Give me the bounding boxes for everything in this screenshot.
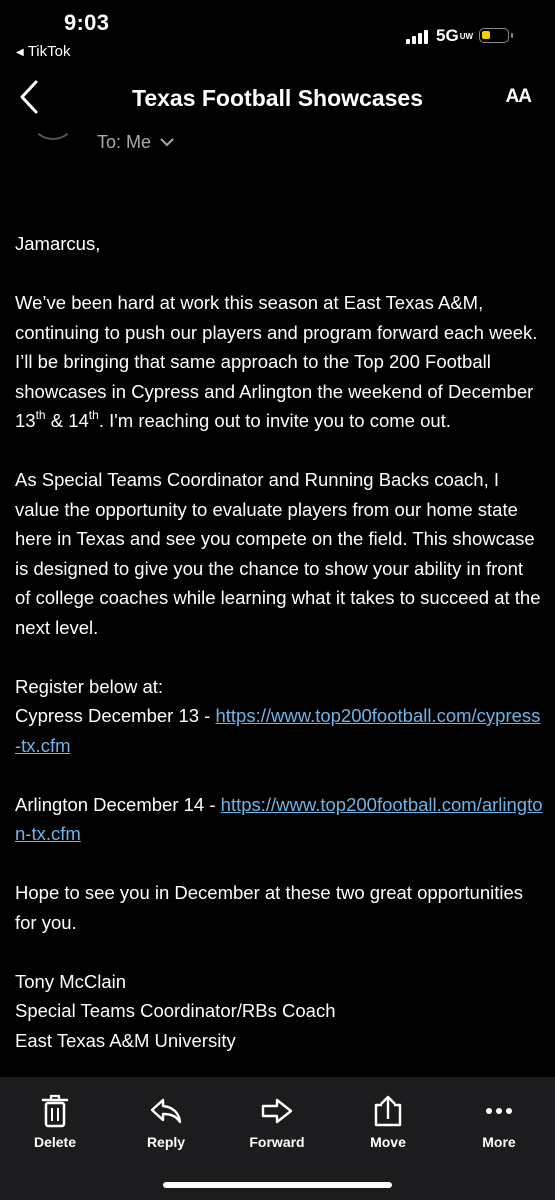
signature-org: East Texas A&M University <box>15 1029 236 1051</box>
back-triangle-icon: ◀ <box>16 47 24 58</box>
delete-button[interactable]: Delete <box>10 1091 100 1150</box>
network-sub-label: UW <box>459 32 474 41</box>
back-to-app-link[interactable]: ◀ TikTok <box>16 43 70 60</box>
more-dots-icon <box>486 1108 512 1114</box>
cellular-signal-icon <box>406 30 428 44</box>
reply-icon <box>150 1098 182 1124</box>
cypress-label: Cypress December 13 - <box>15 705 216 726</box>
email-body: Jamarcus, We’ve been hard at work this s… <box>15 229 543 1055</box>
email-header: Texas Football Showcases AA <box>0 66 555 128</box>
arlington-label: Arlington December 14 - <box>15 793 221 815</box>
recipient-label: To: Me <box>97 132 152 152</box>
register-intro: Register below at: <box>15 675 164 697</box>
recipient-toggle[interactable]: To: Me <box>97 132 174 153</box>
status-bar: 9:03 ◀ TikTok 5GUW <box>0 0 555 64</box>
signature-name: Tony McClain <box>15 970 127 992</box>
forward-button[interactable]: Forward <box>232 1091 322 1150</box>
sender-avatar <box>32 104 74 140</box>
reply-button[interactable]: Reply <box>121 1091 211 1150</box>
move-button[interactable]: Move <box>343 1091 433 1150</box>
greeting: Jamarcus, <box>15 233 101 254</box>
paragraph-role: As Special Teams Coordinator and Running… <box>15 469 541 638</box>
network-indicator: 5GUW <box>436 26 473 46</box>
text-size-button[interactable]: AA <box>506 86 532 108</box>
more-button[interactable]: More <box>454 1091 544 1150</box>
register-block: Register below at: Cypress December 13 - … <box>15 672 543 761</box>
chevron-down-icon <box>160 138 174 147</box>
clock: 9:03 <box>64 10 110 35</box>
page-title: Texas Football Showcases <box>131 85 423 111</box>
paragraph-intro: We’ve been hard at work this season at E… <box>15 292 538 431</box>
signature-title: Special Teams Coordinator/RBs Coach <box>15 1000 336 1021</box>
back-app-label: TikTok <box>27 43 71 60</box>
signature: Tony McClain Special Teams Coordinator/R… <box>15 967 543 1056</box>
arlington-block: Arlington December 14 - https://www.top2… <box>15 790 543 849</box>
battery-level <box>482 31 490 39</box>
forward-arrow-icon <box>261 1098 293 1124</box>
trash-icon <box>41 1094 69 1128</box>
battery-icon <box>479 28 513 43</box>
home-indicator <box>163 1182 392 1188</box>
network-label: 5G <box>436 26 459 45</box>
move-to-folder-icon <box>374 1095 402 1127</box>
closing: Hope to see you in December at these two… <box>15 882 524 933</box>
